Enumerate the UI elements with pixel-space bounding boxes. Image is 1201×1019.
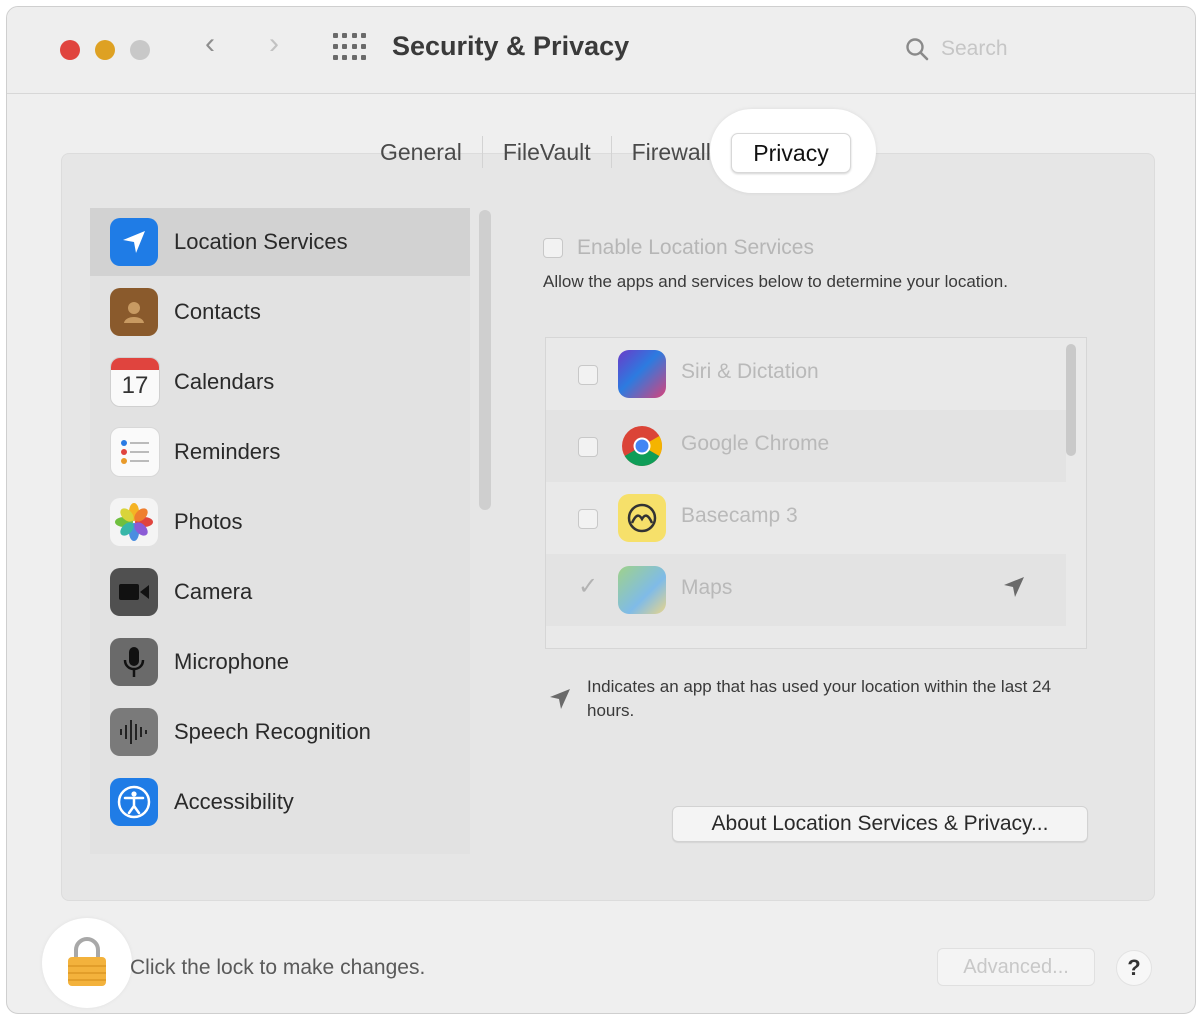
video-camera-icon [110, 568, 158, 616]
sidebar-item-label: Calendars [174, 369, 275, 394]
reminders-list-icon [110, 427, 160, 477]
list-item: Siri & Dictation [546, 338, 1066, 410]
list-item: Google Chrome [546, 410, 1066, 482]
enable-location-label: Enable Location Services [577, 236, 814, 259]
location-arrow-icon [550, 689, 570, 709]
app-checkbox[interactable] [578, 365, 598, 385]
sidebar-item-camera[interactable]: Camera [90, 558, 470, 626]
forward-button[interactable]: › [269, 29, 279, 59]
zoom-window-button[interactable] [130, 40, 150, 60]
lock-instructions: Click the lock to make changes. [130, 956, 426, 979]
back-button[interactable]: ‹ [205, 29, 215, 59]
app-list-scrollbar[interactable] [1066, 344, 1076, 456]
sidebar-item-label: Photos [174, 509, 243, 534]
tab-filevault[interactable]: FileVault [483, 136, 612, 168]
calendar-icon: 17 [110, 357, 160, 407]
sidebar-item-location-services[interactable]: Location Services [90, 208, 470, 276]
sidebar-item-microphone[interactable]: Microphone [90, 628, 470, 696]
app-list: Siri & Dictation Google Chrome Basecamp … [545, 337, 1087, 649]
sidebar-item-label: Reminders [174, 439, 281, 464]
app-checkbox[interactable] [578, 509, 598, 529]
sidebar-item-photos[interactable]: Photos [90, 488, 470, 556]
sidebar-item-accessibility[interactable]: Accessibility [90, 768, 470, 836]
list-item: Basecamp 3 [546, 482, 1066, 554]
sidebar-item-label: Contacts [174, 299, 261, 324]
waveform-icon [110, 708, 158, 756]
window-title: Security & Privacy [392, 31, 630, 61]
tab-general[interactable]: General [360, 136, 483, 168]
sidebar-item-label: Microphone [174, 649, 289, 674]
contacts-book-icon [110, 288, 158, 336]
search-input[interactable]: Search [941, 37, 1008, 61]
recent-location-note: Indicates an app that has used your loca… [587, 677, 1052, 720]
enable-location-checkbox[interactable] [543, 238, 563, 258]
title-bar: ‹ › Security & Privacy Search [7, 7, 1195, 94]
app-name: Maps [681, 576, 733, 599]
sidebar-item-contacts[interactable]: Contacts [90, 278, 470, 346]
sidebar-item-label: Location Services [174, 229, 348, 254]
photos-flower-icon [110, 498, 158, 546]
tab-privacy[interactable]: Privacy [731, 133, 851, 173]
enable-location-row: Enable Location Services [543, 236, 814, 260]
siri-icon [618, 350, 666, 398]
chrome-icon [622, 426, 662, 466]
sidebar-item-reminders[interactable]: Reminders [90, 418, 470, 486]
sidebar-item-speech-recognition[interactable]: Speech Recognition [90, 698, 470, 766]
sidebar-item-label: Camera [174, 579, 253, 604]
app-name: Basecamp 3 [681, 504, 798, 527]
close-window-button[interactable] [60, 40, 80, 60]
minimize-window-button[interactable] [95, 40, 115, 60]
location-arrow-icon [1004, 577, 1024, 597]
sidebar-scrollbar[interactable] [479, 210, 491, 510]
list-item: ✓ Maps [546, 554, 1066, 626]
maps-icon [618, 566, 666, 614]
accessibility-person-icon [110, 778, 158, 826]
checkmark-icon[interactable]: ✓ [578, 572, 598, 601]
app-checkbox[interactable] [578, 437, 598, 457]
lock-icon[interactable] [64, 936, 110, 988]
app-name: Siri & Dictation [681, 360, 819, 383]
help-button[interactable]: ? [1116, 950, 1152, 986]
sidebar-item-label: Speech Recognition [174, 719, 371, 744]
app-name: Google Chrome [681, 432, 830, 455]
location-arrow-icon [110, 218, 158, 266]
search-icon [906, 38, 929, 61]
tab-bar: General FileVault Firewall [360, 132, 731, 172]
sidebar-item-label: Accessibility [174, 789, 294, 814]
location-description: Allow the apps and services below to det… [543, 272, 1008, 291]
advanced-button[interactable]: Advanced... [937, 948, 1095, 986]
microphone-icon [110, 638, 158, 686]
show-all-grid-icon[interactable] [333, 33, 367, 63]
privacy-category-list: Location Services Contacts 17 Calendars … [90, 208, 470, 854]
basecamp-icon [618, 494, 666, 542]
about-location-services-button[interactable]: About Location Services & Privacy... [672, 806, 1088, 842]
sidebar-item-calendars[interactable]: 17 Calendars [90, 348, 470, 416]
